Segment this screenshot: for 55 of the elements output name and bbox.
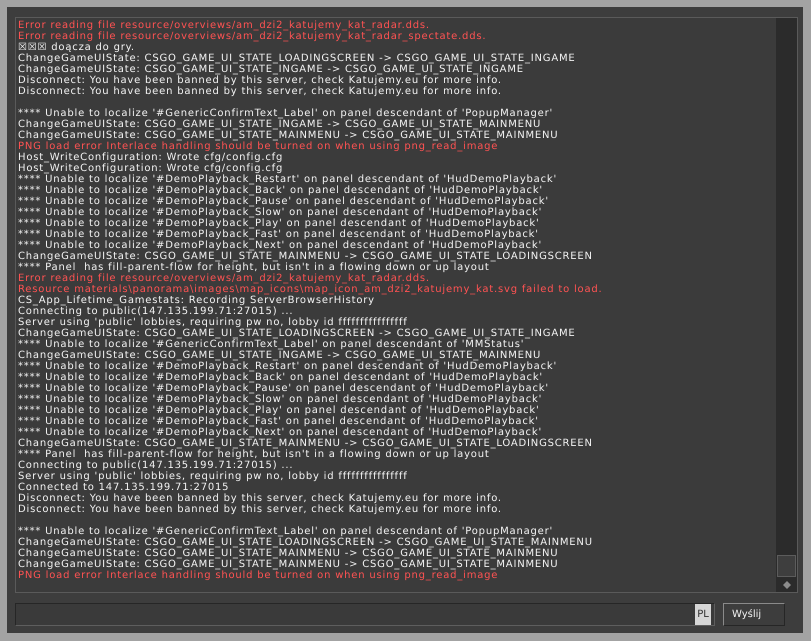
log-line: **** Panel has fill-parent-flow for height, but isn't in a flowing down or up layout [18, 262, 490, 273]
log-line: ChangeGameUIState: CSGO_GAME_UI_STATE_MAINMENU -> CSGO_GAME_UI_STATE_LOADINGSCREEN [18, 438, 593, 449]
log-line: ChangeGameUIState: CSGO_GAME_UI_STATE_INGAME -> CSGO_GAME_UI_STATE_MAINMENU [18, 119, 542, 130]
log-line: CS_App_Lifetime_Gamestats: Recording ServerBrowserHistory [18, 295, 375, 306]
log-line: ChangeGameUIState: CSGO_GAME_UI_STATE_MAINMENU -> CSGO_GAME_UI_STATE_MAINMENU [18, 548, 558, 559]
log-line: **** Unable to localize '#GenericConfirmText_Label' on panel descendant of 'PopupManager' [18, 108, 554, 119]
log-line: **** Unable to localize '#DemoPlayback_Slow' on panel descendant of 'HudDemoPlayback' [18, 394, 542, 405]
error-log-line: Resource materials\panorama\images\map_icons\map_icon_am_dzi2_katujemy_kat.svg failed to load. [18, 284, 603, 295]
log-line: Connected to 147.135.199.71:27015 [18, 482, 230, 493]
log-line: ChangeGameUIState: CSGO_GAME_UI_STATE_INGAME -> CSGO_GAME_UI_STATE_INGAME [18, 64, 524, 75]
error-log-line: Error reading file resource/overviews/am_dzi2_katujemy_kat_radar.dds. [18, 273, 430, 284]
log-line: **** Unable to localize '#GenericConfirmText_Label' on panel descendant of 'PopupManager' [18, 526, 554, 537]
log-line: **** Panel has fill-parent-flow for height, but isn't in a flowing down or up layout [18, 449, 490, 460]
log-line: ☒☒☒ doącza do gry. [18, 42, 135, 53]
error-log-line: PNG load error Interlace handling should be turned on when using png_read_image [18, 570, 498, 581]
error-log-line: PNG load error Interlace handling should be turned on when using png_read_image [18, 141, 498, 152]
log-line: Connecting to public(147.135.199.71:27015) ... [18, 460, 294, 471]
log-line: ChangeGameUIState: CSGO_GAME_UI_STATE_LOADINGSCREEN -> CSGO_GAME_UI_STATE_INGAME [18, 53, 576, 64]
error-log-line: Error reading file resource/overviews/am_dzi2_katujemy_kat_radar.dds. [18, 20, 430, 31]
log-line: **** Unable to localize '#DemoPlayback_Next' on panel descendant of 'HudDemoPlayback' [18, 427, 542, 438]
log-line: **** Unable to localize '#GenericConfirmText_Label' on panel descendant of 'MMStatus' [18, 339, 524, 350]
log-line: **** Unable to localize '#DemoPlayback_Play' on panel descendant of 'HudDemoPlayback' [18, 218, 540, 229]
log-line: ChangeGameUIState: CSGO_GAME_UI_STATE_LOADINGSCREEN -> CSGO_GAME_UI_STATE_MAINMENU [18, 537, 593, 548]
log-line: Disconnect: You have been banned by this server, check Katujemy.eu for more info. [18, 504, 502, 515]
log-line: **** Unable to localize '#DemoPlayback_Restart' on panel descendant of 'HudDemoPlayback' [18, 174, 558, 185]
log-line: **** Unable to localize '#DemoPlayback_Pause' on panel descendant of 'HudDemoPlayback' [18, 383, 549, 394]
log-line: ChangeGameUIState: CSGO_GAME_UI_STATE_MAINMENU -> CSGO_GAME_UI_STATE_MAINMENU [18, 130, 558, 141]
diamond-icon[interactable] [782, 580, 790, 588]
log-line: Server using 'public' lobbies, requiring pw no, lobby id ffffffffffffffff [18, 317, 408, 328]
log-line: ChangeGameUIState: CSGO_GAME_UI_STATE_MAINMENU -> CSGO_GAME_UI_STATE_LOADINGSCREEN [18, 251, 593, 262]
send-button[interactable]: Wyślij [723, 603, 785, 626]
log-line: **** Unable to localize '#DemoPlayback_Back' on panel descendant of 'HudDemoPlayback' [18, 185, 543, 196]
scrollbar-thumb[interactable] [777, 555, 796, 577]
log-line: Host_WriteConfiguration: Wrote cfg/config.cfg [18, 152, 284, 163]
log-line: ChangeGameUIState: CSGO_GAME_UI_STATE_MAINMENU -> CSGO_GAME_UI_STATE_MAINMENU [18, 559, 558, 570]
log-line: **** Unable to localize '#DemoPlayback_Restart' on panel descendant of 'HudDemoPlayback' [18, 361, 558, 372]
log-line: Server using 'public' lobbies, requiring pw no, lobby id ffffffffffffffff [18, 471, 408, 482]
log-line: **** Unable to localize '#DemoPlayback_Back' on panel descendant of 'HudDemoPlayback' [18, 372, 543, 383]
log-line: Disconnect: You have been banned by this server, check Katujemy.eu for more info. [18, 75, 502, 86]
log-line: Host_WriteConfiguration: Wrote cfg/config.cfg [18, 163, 284, 174]
log-line: **** Unable to localize '#DemoPlayback_Slow' on panel descendant of 'HudDemoPlayback' [18, 207, 542, 218]
command-input-field[interactable]: PL [15, 603, 715, 626]
log-line: **** Unable to localize '#DemoPlayback_Next' on panel descendant of 'HudDemoPlayback' [18, 240, 542, 251]
scrollbar[interactable] [776, 18, 797, 592]
log-line: ChangeGameUIState: CSGO_GAME_UI_STATE_LOADINGSCREEN -> CSGO_GAME_UI_STATE_INGAME [18, 328, 576, 339]
log-line: Disconnect: You have been banned by this server, check Katujemy.eu for more info. [18, 86, 502, 97]
log-line: Connecting to public(147.135.199.71:27015) ... [18, 306, 294, 317]
language-indicator: PL [695, 604, 711, 625]
log-line: Disconnect: You have been banned by this server, check Katujemy.eu for more info. [18, 493, 502, 504]
log-line: **** Unable to localize '#DemoPlayback_Play' on panel descendant of 'HudDemoPlayback' [18, 405, 540, 416]
log-line: **** Unable to localize '#DemoPlayback_Pause' on panel descendant of 'HudDemoPlayback' [18, 196, 549, 207]
log-line: ChangeGameUIState: CSGO_GAME_UI_STATE_INGAME -> CSGO_GAME_UI_STATE_MAINMENU [18, 350, 542, 361]
log-line: **** Unable to localize '#DemoPlayback_Fast' on panel descendant of 'HudDemoPlayback' [18, 229, 539, 240]
error-log-line: Error reading file resource/overviews/am_dzi2_katujemy_kat_radar_spectate.dds. [18, 31, 486, 42]
log-line: **** Unable to localize '#DemoPlayback_Fast' on panel descendant of 'HudDemoPlayback' [18, 416, 539, 427]
